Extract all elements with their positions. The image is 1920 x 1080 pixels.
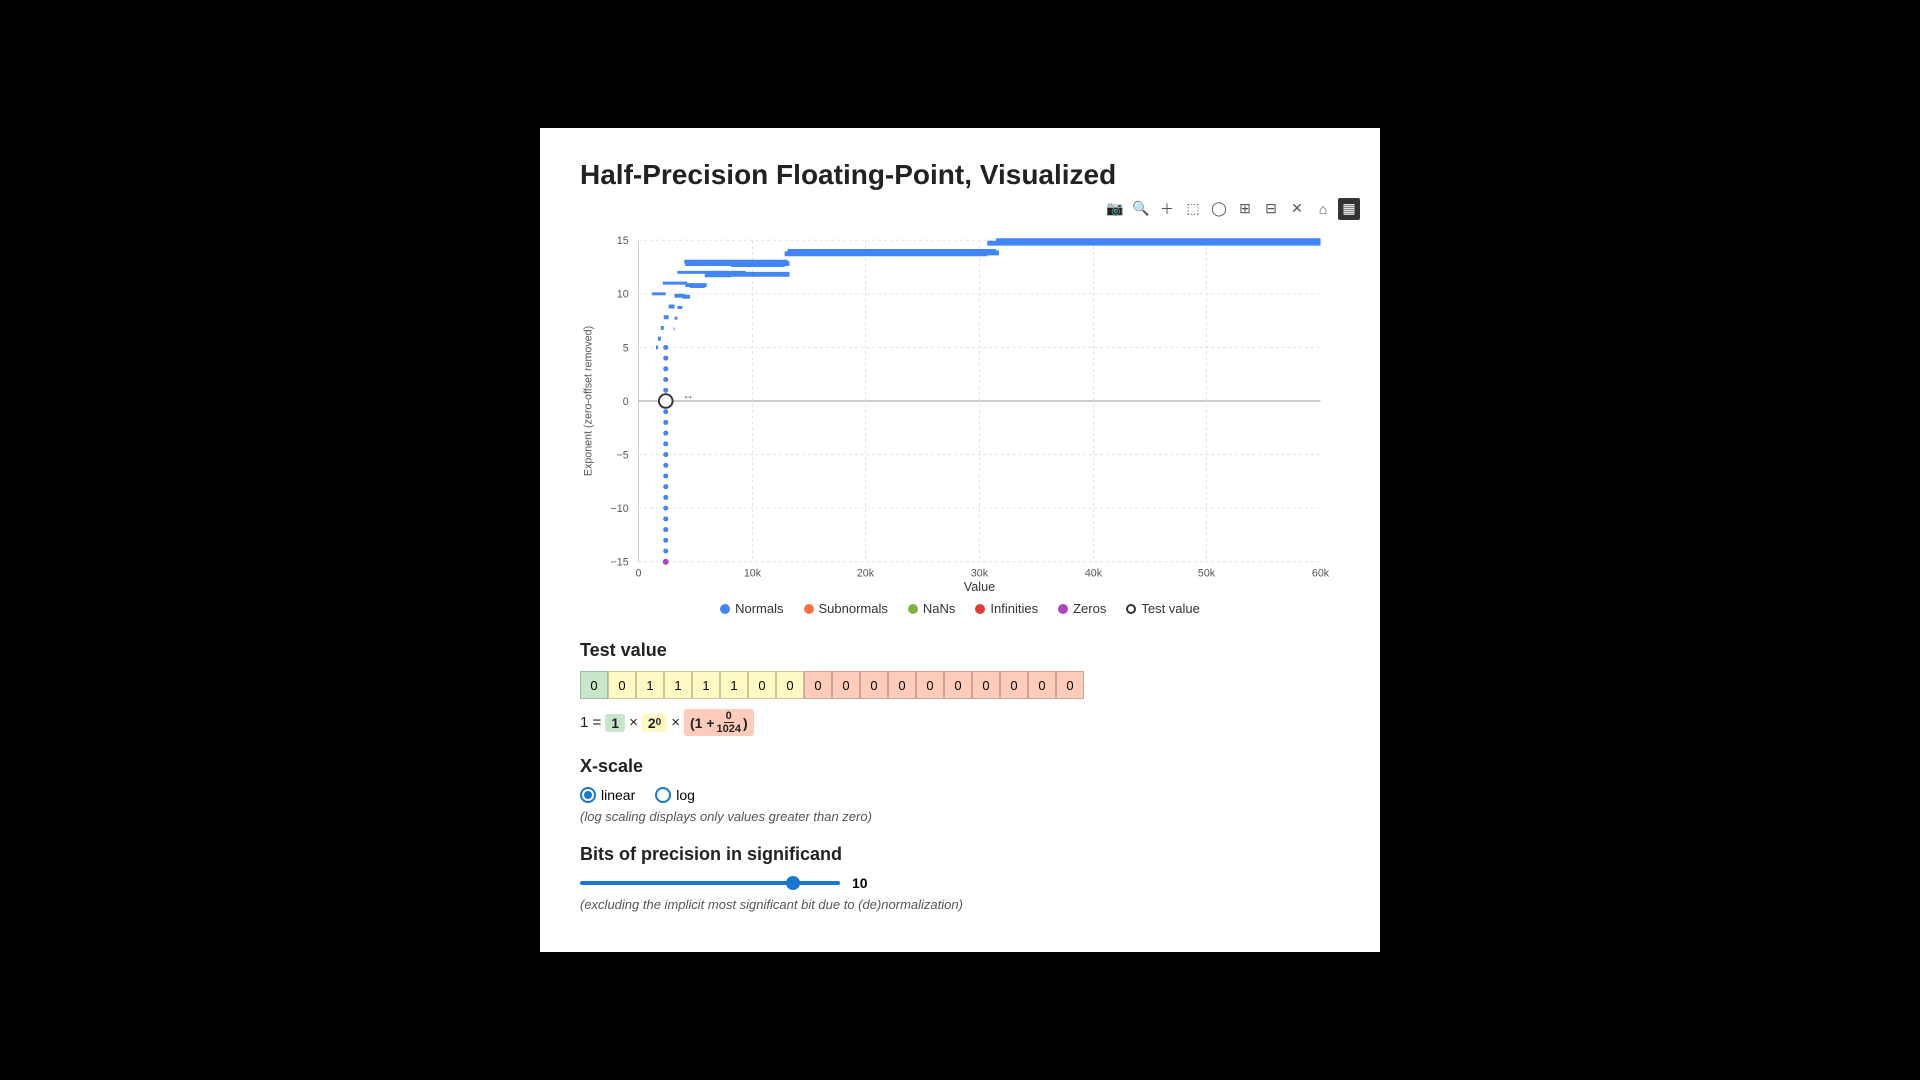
svg-text:40k: 40k xyxy=(1085,568,1103,580)
nans-dot xyxy=(908,604,918,614)
nans-label: NaNs xyxy=(923,601,956,616)
bit-4: 1 xyxy=(692,671,720,699)
test-value-section: Test value 0 0 1 1 1 1 0 0 0 0 0 0 0 0 0… xyxy=(580,640,1340,736)
formula: 1 = 1 × 20 × (1 + 0 1024 ) xyxy=(580,709,1340,736)
test-value-circle xyxy=(1126,604,1136,614)
zeros-dot xyxy=(1058,604,1068,614)
bit-13: 0 xyxy=(944,671,972,699)
svg-text:−15: −15 xyxy=(611,557,629,569)
subnormals-dot xyxy=(804,604,814,614)
svg-text:60k: 60k xyxy=(1312,568,1330,580)
test-value-label: Test value xyxy=(1141,601,1200,616)
zeros-label: Zeros xyxy=(1073,601,1106,616)
linear-radio-label[interactable]: linear xyxy=(580,787,635,803)
bit-16: 0 xyxy=(1028,671,1056,699)
formula-sign: 1 xyxy=(605,714,625,732)
formula-exp: 20 xyxy=(642,714,667,732)
page-title: Half-Precision Floating-Point, Visualize… xyxy=(580,158,1340,192)
legend-infinities: Infinities xyxy=(975,601,1038,616)
precision-title: Bits of precision in significand xyxy=(580,844,1340,865)
svg-text:15: 15 xyxy=(617,235,629,247)
bit-1: 0 xyxy=(608,671,636,699)
sign-bits: 0 0 1 1 1 1 0 0 0 0 0 0 0 0 0 0 0 0 xyxy=(580,671,1084,699)
linear-radio[interactable] xyxy=(580,787,596,803)
normals-dot xyxy=(720,604,730,614)
legend-nans: NaNs xyxy=(908,601,956,616)
page-container: Half-Precision Floating-Point, Visualize… xyxy=(540,128,1380,953)
svg-text:Exponent (zero-offset removed): Exponent (zero-offset removed) xyxy=(583,326,595,476)
log-radio[interactable] xyxy=(655,787,671,803)
svg-text:−5: −5 xyxy=(617,450,629,462)
bit-10: 0 xyxy=(860,671,888,699)
legend: Normals Subnormals NaNs Infinities Zeros… xyxy=(580,601,1340,616)
precision-slider-thumb[interactable] xyxy=(786,876,800,890)
bit-12: 0 xyxy=(916,671,944,699)
log-label: log xyxy=(676,787,695,803)
bit-15: 0 xyxy=(1000,671,1028,699)
svg-text:10: 10 xyxy=(617,289,629,301)
bit-9: 0 xyxy=(832,671,860,699)
precision-section: Bits of precision in significand 10 (exc… xyxy=(580,844,1340,912)
svg-text:50k: 50k xyxy=(1198,568,1216,580)
bit-5: 1 xyxy=(720,671,748,699)
xscale-title: X-scale xyxy=(580,756,1340,777)
infinities-dot xyxy=(975,604,985,614)
legend-subnormals: Subnormals xyxy=(804,601,888,616)
chart-area: Exponent (zero-offset removed) 15 10 5 0 xyxy=(580,211,1340,591)
linear-label: linear xyxy=(601,787,635,803)
bit-14: 0 xyxy=(972,671,1000,699)
bit-7: 0 xyxy=(776,671,804,699)
svg-text:5: 5 xyxy=(623,343,629,355)
xscale-options: linear log xyxy=(580,787,1340,803)
bit-display: 0 0 1 1 1 1 0 0 0 0 0 0 0 0 0 0 0 0 xyxy=(580,671,1340,699)
bit-11: 0 xyxy=(888,671,916,699)
bit-2: 1 xyxy=(636,671,664,699)
svg-text:10k: 10k xyxy=(744,568,762,580)
chart-icon[interactable]: ▦ xyxy=(1338,198,1360,220)
slider-row: 10 xyxy=(580,875,1340,891)
svg-text:20k: 20k xyxy=(857,568,875,580)
svg-text:Value: Value xyxy=(964,580,995,591)
precision-note: (excluding the implicit most significant… xyxy=(580,897,1340,912)
infinities-label: Infinities xyxy=(990,601,1038,616)
svg-text:30k: 30k xyxy=(971,568,989,580)
svg-text:−10: −10 xyxy=(611,503,629,515)
precision-slider-track[interactable] xyxy=(580,881,840,885)
xscale-section: X-scale linear log (log scaling displays… xyxy=(580,756,1340,824)
legend-normals: Normals xyxy=(720,601,783,616)
svg-text:0: 0 xyxy=(623,396,629,408)
bit-3: 1 xyxy=(664,671,692,699)
legend-test-value: Test value xyxy=(1126,601,1200,616)
precision-value: 10 xyxy=(852,875,868,891)
bit-6: 0 xyxy=(748,671,776,699)
xscale-note: (log scaling displays only values greate… xyxy=(580,809,1340,824)
svg-text:↔: ↔ xyxy=(682,389,694,402)
bit-0: 0 xyxy=(580,671,608,699)
normals-label: Normals xyxy=(735,601,783,616)
svg-text:0: 0 xyxy=(635,568,641,580)
log-radio-label[interactable]: log xyxy=(655,787,695,803)
formula-man: (1 + 0 1024 ) xyxy=(684,709,754,736)
bit-8: 0 xyxy=(804,671,832,699)
main-chart: Exponent (zero-offset removed) 15 10 5 0 xyxy=(580,211,1340,591)
legend-zeros: Zeros xyxy=(1058,601,1106,616)
bit-17: 0 xyxy=(1056,671,1084,699)
subnormals-label: Subnormals xyxy=(819,601,888,616)
test-value-title: Test value xyxy=(580,640,1340,661)
